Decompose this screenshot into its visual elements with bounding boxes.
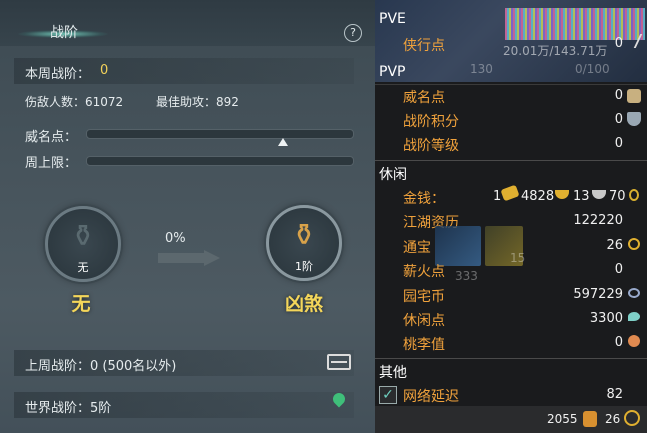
- weekly-cap-label: 周上限：: [25, 156, 78, 171]
- battle-rank-panel: 战阶 ? 本周战阶： 0 伤敌人数：61072 最佳助攻：892 威名点： 周上…: [0, 0, 375, 433]
- rank-score-icon: [627, 112, 641, 126]
- rank-score-value: 0: [614, 112, 623, 127]
- currency-panel: 20.01万/143.71万 130 0/100 PVE 侠行点 0 PVP 威…: [375, 0, 647, 433]
- help-icon[interactable]: ?: [344, 24, 362, 42]
- prestige-marker: [277, 138, 288, 146]
- rank-level-label: 战阶等级: [403, 138, 459, 154]
- garden-coin-label: 园宅币: [403, 289, 445, 305]
- bronze-urn-icon: ⚱: [291, 218, 317, 253]
- current-rank-name: 无: [71, 293, 91, 315]
- gold-ingot-icon: [500, 184, 520, 202]
- pve-section-title: PVE: [379, 11, 406, 27]
- last-week-rank: 上周战阶：0 (500名以外): [25, 359, 177, 374]
- divider: [375, 84, 647, 85]
- pvp-prestige-value: 0: [614, 88, 623, 103]
- taoli-label: 桃李值: [403, 337, 445, 353]
- arrow-right-icon: [158, 250, 220, 266]
- leisure-points-label: 休闲点: [403, 313, 445, 329]
- xiaxing-label: 侠行点: [403, 38, 445, 54]
- latency-checkbox[interactable]: ✓: [379, 386, 397, 404]
- gold-sycee-icon: [555, 190, 569, 199]
- latency-value: 82: [606, 387, 623, 402]
- chest-icon[interactable]: [327, 354, 351, 370]
- peach-icon: [628, 335, 640, 347]
- copper-coin-icon: [629, 189, 639, 201]
- bg-level-text: 130: [470, 62, 493, 76]
- money-amount-c: 70: [609, 189, 626, 204]
- divider: [375, 358, 647, 359]
- tongbao-coin-icon: [628, 238, 640, 250]
- tongbao-value: 26: [606, 238, 623, 253]
- taoli-value: 0: [614, 335, 623, 350]
- garden-coin-value: 597229: [573, 287, 623, 302]
- rank-score-label: 战阶积分: [403, 114, 459, 130]
- footer-value-b: 26: [605, 412, 621, 426]
- leisure-section-title: 休闲: [379, 167, 407, 183]
- divider: [375, 160, 647, 161]
- footer-value-a: 2055: [547, 412, 578, 426]
- coin-icon: [624, 410, 640, 426]
- kills-stat: 伤敌人数：61072: [25, 95, 124, 109]
- buff-bar-decoration: [505, 8, 645, 40]
- current-rank-caption: 无: [77, 261, 89, 274]
- weekly-cap-bar: [86, 156, 354, 166]
- world-rank: 世界战阶：5阶: [25, 401, 112, 416]
- pvp-section-title: PVP: [379, 64, 406, 80]
- boot-icon: [583, 411, 597, 427]
- next-rank-name: 凶煞: [284, 293, 323, 315]
- current-rank-medal[interactable]: ⚱ 无: [45, 206, 121, 282]
- prestige-bar: [86, 129, 354, 139]
- money-amount-a: 4828: [521, 189, 555, 204]
- next-rank-medal[interactable]: ⚱ 1阶: [266, 205, 342, 281]
- prestige-icon: [627, 89, 641, 103]
- xinhuo-label: 薪火点: [403, 264, 445, 280]
- bg-health-text: 20.01万/143.71万: [503, 44, 608, 58]
- leisure-points-value: 3300: [589, 311, 623, 326]
- rank-level-value: 0: [614, 136, 623, 151]
- prestige-label: 威名点：: [25, 130, 78, 145]
- money-label: 金钱：: [403, 191, 445, 207]
- leaf-icon: [628, 312, 640, 321]
- pvp-prestige-label: 威名点: [403, 90, 445, 106]
- weekly-rank-value: 0: [100, 63, 109, 78]
- xiaxing-value: 0: [614, 36, 623, 51]
- item-stack-count: 333: [455, 269, 478, 283]
- item-stack-count: 15: [510, 251, 526, 265]
- latency-label: 网络延迟: [403, 389, 459, 405]
- jianghu-value: 122220: [573, 213, 623, 228]
- assist-stat: 最佳助攻：892: [156, 95, 239, 109]
- weekly-rank-label: 本周战阶：: [25, 67, 91, 82]
- xinhuo-value: 0: [614, 262, 623, 277]
- bg-energy-text: 0/100: [575, 62, 610, 76]
- other-section-title: 其他: [379, 365, 407, 381]
- silver-sycee-icon: [592, 190, 606, 199]
- rank-progress-percent: 0%: [165, 231, 186, 246]
- tongbao-label: 通宝: [403, 240, 431, 256]
- urn-icon: ⚱: [70, 219, 96, 254]
- next-rank-caption: 1阶: [295, 260, 313, 273]
- character-portrait-icon: [435, 226, 481, 266]
- panel-title: 战阶: [50, 25, 78, 41]
- garden-coin-icon: [628, 288, 640, 298]
- money-amount-b: 13: [573, 189, 590, 204]
